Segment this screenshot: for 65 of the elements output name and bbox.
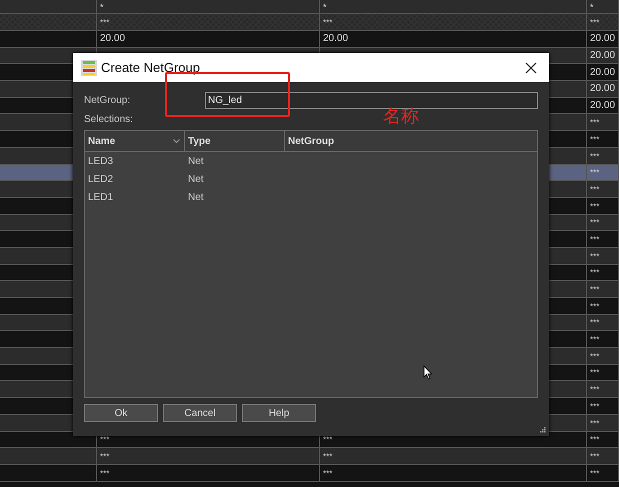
table-cell-text: ***: [100, 452, 110, 463]
netgroup-field[interactable]: NG_led: [205, 92, 538, 109]
column-header[interactable]: Name: [85, 131, 185, 151]
table-cell-text: ***: [590, 269, 600, 280]
dialog-button[interactable]: Cancel: [163, 404, 237, 422]
table-cell-text: Net: [187, 192, 205, 202]
table-row[interactable]: *** *** ***: [0, 464, 619, 482]
table-cell-text: ***: [323, 470, 332, 480]
window-title: Create NetGroup: [101, 60, 201, 75]
table-cell-text: ***: [590, 302, 600, 313]
filter-cell-text: ***: [100, 19, 110, 29]
mouse-cursor-icon: [423, 365, 433, 380]
table-cell-text: ***: [590, 369, 600, 380]
table-cell-text: ***: [323, 436, 332, 446]
filter-cell-text: ***: [323, 19, 332, 29]
table-cell-text: ***: [590, 470, 600, 480]
column-header[interactable]: NetGroup: [285, 131, 537, 151]
table-cell: 20.00: [323, 33, 348, 44]
table-cell-text: ***: [590, 252, 600, 263]
table-cell-text: LED1: [87, 192, 114, 202]
table-cell: *: [100, 2, 104, 12]
selections-label: Selections:: [84, 114, 133, 125]
table-cell-text: LED2: [87, 174, 114, 184]
table-cell: 20.00: [590, 83, 616, 94]
table-cell-text: Net: [187, 174, 205, 184]
table-cell: 20.00: [100, 33, 126, 44]
table-cell: 20.00: [590, 50, 616, 62]
table-cell-text: ***: [590, 119, 600, 130]
app-icon: [81, 60, 97, 76]
table-cell: *: [590, 2, 594, 12]
table-cell: 20.00: [590, 33, 616, 44]
close-icon[interactable]: [525, 62, 537, 74]
table-cell-text: ***: [590, 436, 600, 446]
table-cell-text: ***: [590, 186, 600, 196]
table-cell-text: ***: [590, 286, 600, 296]
table-cell: 20.00: [590, 100, 616, 112]
table-row[interactable]: *** *** ***: [0, 448, 619, 465]
table-cell-text: ***: [590, 236, 600, 246]
table-cell-text: ***: [590, 352, 600, 363]
table-row[interactable]: 20.00 20.00 20.00: [0, 31, 619, 48]
column-header[interactable]: Type: [185, 131, 285, 151]
table-cell: 20.00: [590, 66, 616, 78]
table-cell-text: ***: [590, 452, 600, 463]
table-cell-text: ***: [590, 336, 600, 346]
table-cell-text: ***: [590, 402, 600, 413]
table-cell-text: ***: [590, 202, 600, 213]
table-cell-text: ***: [590, 152, 600, 162]
table-cell-text: ***: [590, 386, 600, 396]
table-cell-text: ***: [323, 452, 332, 463]
resize-grip-icon[interactable]: [540, 427, 546, 433]
filter-cell-text: ***: [590, 19, 600, 29]
table-cell-text: ***: [590, 319, 600, 330]
table-cell: *: [323, 2, 327, 12]
table-cell-text: ***: [590, 219, 600, 230]
table-cell-text: LED3: [87, 156, 114, 166]
dialog-button[interactable]: Ok: [84, 404, 158, 422]
dialog-button[interactable]: Help: [242, 404, 316, 422]
table-cell-text: ***: [100, 436, 110, 446]
table-cell-text: ***: [590, 169, 600, 180]
table-cell-text: ***: [100, 470, 110, 480]
table-cell-text: ***: [590, 420, 600, 430]
sort-caret-icon: [173, 139, 180, 143]
netgroup-label: NetGroup:: [84, 95, 130, 106]
table-cell-text: ***: [590, 136, 600, 146]
table-cell-text: Net: [187, 156, 205, 166]
